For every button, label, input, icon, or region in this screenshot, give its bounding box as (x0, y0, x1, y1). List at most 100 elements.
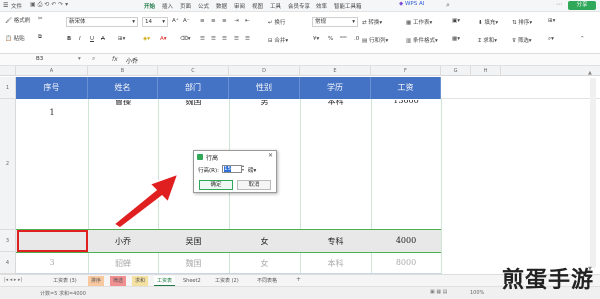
tab-insert[interactable]: 插入 (162, 2, 173, 10)
header-cell-salary[interactable]: 工资 (371, 77, 441, 99)
indent-icon[interactable]: ⇥ (234, 18, 239, 24)
sheet-tab-salary-2[interactable]: 工资表 (2) (212, 276, 242, 286)
underline-icon[interactable]: U (90, 36, 94, 42)
vertical-scrollbar[interactable] (590, 78, 596, 268)
sum-button[interactable]: Σ 求和▾ (478, 36, 497, 44)
sheet-tab-filter[interactable]: 筛选 (110, 276, 127, 286)
cell-row3-name[interactable]: 小乔 (88, 236, 158, 247)
close-icon[interactable]: ✕ (268, 152, 273, 159)
column-header-c[interactable]: C (158, 66, 229, 76)
zoom-icon[interactable]: ⌕ (92, 55, 95, 63)
format-painter-button[interactable]: 🖌 格式刷 (5, 16, 30, 24)
italic-icon[interactable]: I (79, 36, 81, 42)
tab-home[interactable]: 开始 (144, 2, 156, 13)
cell-row3-gender[interactable]: 女 (229, 236, 300, 247)
ok-button[interactable]: 确定 (199, 180, 233, 190)
strikethrough-icon[interactable]: A (101, 36, 105, 42)
align-right-icon[interactable]: ☰ (222, 36, 227, 42)
cell-style-icon[interactable]: ▣▾ (452, 18, 460, 24)
tab-member[interactable]: 会员专享 (288, 2, 310, 10)
fill-color-icon[interactable]: ◈▾ (143, 36, 150, 42)
header-cell-gender[interactable]: 性别 (229, 77, 300, 99)
scroll-up-icon[interactable]: ▲ (588, 70, 592, 76)
header-cell-edu[interactable]: 学历 (300, 77, 371, 99)
tab-page[interactable]: 页面 (180, 2, 191, 10)
sheet-tab-sum[interactable]: 求和 (132, 276, 149, 286)
hamburger-icon[interactable]: ☰ (3, 2, 8, 9)
font-size-select[interactable]: 14 ▾ (142, 17, 168, 27)
outdent-icon[interactable]: ⇤ (245, 18, 250, 24)
tab-review[interactable]: 审阅 (234, 2, 245, 10)
formula-input[interactable]: 小乔 (126, 56, 138, 65)
sheet-tab-different[interactable]: 不同表格 (254, 276, 280, 286)
decimal-icon[interactable]: .0 (354, 36, 359, 42)
name-box[interactable]: B3 (36, 56, 43, 62)
copy-icon[interactable]: ⧉ (38, 34, 42, 41)
more-icon[interactable]: ⋯ (556, 1, 562, 8)
font-shrink-icon[interactable]: A⁻ (183, 18, 190, 24)
header-cell-dept[interactable]: 部门 (158, 77, 229, 99)
find-icon[interactable]: ⌕▾ (548, 36, 554, 43)
unit-select[interactable]: 磅▾ (248, 166, 256, 174)
tab-smart-tools[interactable]: 智能工具箱 (334, 2, 362, 10)
column-header-g[interactable]: G (441, 66, 471, 76)
align-middle-icon[interactable]: ≡ (211, 18, 216, 24)
thousands-icon[interactable]: ⁰⁰⁰ (340, 36, 347, 42)
font-color-icon[interactable]: A▾ (160, 36, 167, 42)
cell-row3-edu[interactable]: 专科 (300, 236, 371, 247)
cond-format-button[interactable]: ▥ 条件格式▾ (406, 36, 438, 44)
column-header-f[interactable]: F (371, 66, 441, 76)
column-header-e[interactable]: E (300, 66, 371, 76)
cell-row3-num[interactable] (17, 230, 88, 252)
chevron-down-icon[interactable]: ▾ (78, 56, 81, 62)
collapse-ribbon-icon[interactable]: ⌃ (580, 36, 585, 42)
percent-icon[interactable]: % (328, 36, 333, 42)
merge-button[interactable]: ⊟ 合并▾ (268, 36, 288, 44)
sheet-tab-sort[interactable]: 排序 (88, 276, 105, 286)
clear-format-icon[interactable]: ⌫▾ (180, 36, 191, 42)
sheet-tab-sheet2[interactable]: Sheet2 (180, 276, 204, 286)
distributed-icon[interactable]: ☰ (245, 36, 250, 42)
tab-data[interactable]: 数据 (216, 2, 227, 10)
cut-icon[interactable]: ✂ (38, 16, 43, 22)
fill-button[interactable]: ⬇ 填充▾ (478, 18, 498, 26)
font-grow-icon[interactable]: A⁺ (172, 18, 179, 24)
freeze-icon[interactable]: ⊞▾ (548, 18, 555, 24)
spinner-icon[interactable]: ▴ ▾ (242, 164, 244, 172)
align-top-icon[interactable]: ≡ (200, 18, 205, 24)
row-height-input[interactable]: 15 (222, 165, 242, 173)
align-bottom-icon[interactable]: ≡ (222, 18, 227, 24)
select-all-corner[interactable] (0, 66, 16, 76)
convert-button[interactable]: ⇄ 转换▾ (362, 18, 382, 26)
number-format-select[interactable]: 常规 ▾ (312, 17, 358, 27)
column-header-a[interactable]: A (16, 66, 88, 76)
cell-row4-dept[interactable]: 魏国 (158, 258, 229, 269)
share-button[interactable]: 分享 (568, 1, 596, 10)
column-header-h[interactable]: H (471, 66, 501, 76)
cell-row4-gender[interactable]: 女 (229, 258, 300, 269)
cell-row4-num[interactable]: 3 (16, 258, 88, 267)
column-header-b[interactable]: B (88, 66, 158, 76)
tab-efficiency[interactable]: 效率 (316, 2, 327, 10)
cell-row3-salary[interactable]: 4000 (371, 236, 441, 245)
menu-file[interactable]: 文件 (11, 2, 22, 10)
tab-tools[interactable]: 工具 (270, 2, 281, 10)
worksheet-button[interactable]: ▦ 工作表▾ (406, 18, 432, 26)
row-col-button[interactable]: ▤ 行和列▾ (362, 36, 388, 44)
header-cell-name[interactable]: 姓名 (88, 77, 158, 99)
quick-access-icons[interactable]: ▣ ⎙ ⟲ ↶ ↷ ▾ (30, 1, 68, 9)
table-style-icon[interactable]: ▦▾ (452, 36, 460, 42)
wps-ai-button[interactable]: ◆ WPS AI (396, 1, 427, 10)
align-center-icon[interactable]: ☰ (211, 36, 216, 42)
filter-button[interactable]: ⊽ 筛选▾ (512, 36, 532, 44)
font-name-select[interactable]: 新宋体 ▾ (66, 17, 138, 27)
fx-label[interactable]: fx (112, 56, 118, 63)
row-header-2[interactable]: 2 (0, 99, 16, 230)
view-mode-icons[interactable]: ▣ ▦ ▤ (430, 289, 447, 295)
cancel-button[interactable]: 取消 (237, 180, 271, 190)
row-header-3[interactable]: 3 (0, 230, 16, 252)
bold-icon[interactable]: B (67, 36, 71, 42)
wrap-button[interactable]: ↵ 换行 (268, 18, 285, 26)
header-cell-seq[interactable]: 序号 (16, 77, 88, 99)
cell-row4-name[interactable]: 貂蝉 (88, 258, 158, 269)
